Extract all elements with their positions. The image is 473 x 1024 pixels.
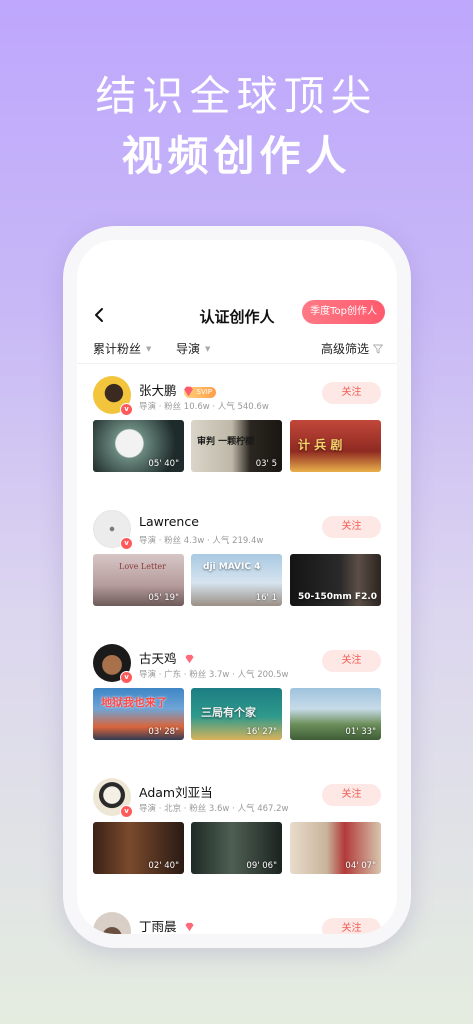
verified-icon: v xyxy=(120,403,133,416)
creator-card: v 张大鹏 SVIP 导演 · 粉丝 10.6w · 人气 540.6w 关注 … xyxy=(77,366,397,500)
caret-down-icon: ▼ xyxy=(205,345,211,353)
creator-name-row: Adam刘亚当 xyxy=(139,782,213,801)
video-thumbnail[interactable]: 50-150mm F2.0 xyxy=(290,554,381,606)
video-duration: 16' 1 xyxy=(255,593,277,603)
avatar[interactable] xyxy=(93,912,131,934)
follow-button[interactable]: 关注 xyxy=(322,918,381,934)
video-caption: 地狱我也来了 xyxy=(101,696,167,709)
video-duration: 03' 28" xyxy=(148,727,179,737)
video-row: 05' 40" 审判 一颗柠檬 03' 5 计 兵 剧 xyxy=(93,420,381,472)
video-thumbnail[interactable]: 审判 一颗柠檬 03' 5 xyxy=(191,420,282,472)
creator-name: Adam刘亚当 xyxy=(139,785,213,800)
nav-bar: 认证创作人 季度Top创作人 xyxy=(77,300,397,334)
role-filter[interactable]: 导演 ▼ xyxy=(176,340,210,357)
video-thumbnail[interactable]: 地狱我也来了 03' 28" xyxy=(93,688,184,740)
advanced-filter[interactable]: 高级筛选 xyxy=(321,340,383,357)
verified-icon: v xyxy=(120,671,133,684)
video-caption: 50-150mm F2.0 xyxy=(298,592,378,602)
follow-button[interactable]: 关注 xyxy=(322,516,381,538)
video-caption: 计 兵 剧 xyxy=(298,438,343,452)
filter-bar: 累计粉丝 ▼ 导演 ▼ 高级筛选 xyxy=(77,336,397,364)
caret-down-icon: ▼ xyxy=(146,345,152,353)
role-filter-label: 导演 xyxy=(176,342,201,356)
hero-line-1: 结识全球顶尖 xyxy=(95,72,378,120)
diamond-icon xyxy=(184,654,194,664)
creator-name-row: 张大鹏 SVIP xyxy=(139,380,217,399)
video-thumbnail[interactable]: 三局有个家 16' 27" xyxy=(191,688,282,740)
video-caption: Love Letter xyxy=(119,562,166,571)
diamond-icon xyxy=(183,386,193,397)
creator-name-row: 丁雨晨 xyxy=(139,916,195,934)
phone-frame: 认证创作人 季度Top创作人 累计粉丝 ▼ 导演 ▼ 高级筛选 v 张大鹏 SVIP xyxy=(63,226,411,948)
video-duration: 05' 19" xyxy=(148,593,179,603)
video-thumbnail[interactable]: 计 兵 剧 xyxy=(290,420,381,472)
diamond-icon xyxy=(184,922,194,932)
video-row: 02' 40" 09' 06" 04' 07" xyxy=(93,822,381,874)
hero-banner: 结识全球顶尖 视频创作人 xyxy=(0,68,473,186)
top-creators-button[interactable]: 季度Top创作人 xyxy=(302,300,385,324)
avatar[interactable]: v xyxy=(93,376,133,416)
video-thumbnail[interactable]: 05' 40" xyxy=(93,420,184,472)
video-thumbnail[interactable]: dji MAVIC 4 16' 1 xyxy=(191,554,282,606)
creator-card: v Lawrence 导演 · 粉丝 4.3w · 人气 219.4w 关注 L… xyxy=(77,500,397,634)
creator-meta: 导演 · 粉丝 10.6w · 人气 540.6w xyxy=(139,402,269,412)
creator-name-row: Lawrence xyxy=(139,514,199,529)
video-duration: 16' 27" xyxy=(246,727,277,737)
svip-badge-label: SVIP xyxy=(196,388,213,396)
video-duration: 01' 33" xyxy=(345,727,376,737)
avatar[interactable]: v xyxy=(93,510,133,550)
follow-button[interactable]: 关注 xyxy=(322,784,381,806)
video-thumbnail[interactable]: 04' 07" xyxy=(290,822,381,874)
creator-meta: 导演 · 广东 · 粉丝 3.7w · 人气 200.5w xyxy=(139,670,289,680)
verified-icon: v xyxy=(120,537,133,550)
video-duration: 03' 5 xyxy=(255,459,277,469)
video-duration: 05' 40" xyxy=(148,459,179,469)
video-thumbnail[interactable]: 09' 06" xyxy=(191,822,282,874)
hero-line-2: 视频创作人 xyxy=(121,132,352,180)
creator-name: 古天鸡 xyxy=(139,651,177,666)
video-caption: 三局有个家 xyxy=(201,706,256,719)
avatar[interactable]: v xyxy=(93,778,133,818)
creator-name: 丁雨晨 xyxy=(139,919,177,934)
video-row: Love Letter 05' 19" dji MAVIC 4 16' 1 50… xyxy=(93,554,381,606)
video-duration: 09' 06" xyxy=(246,861,277,871)
video-duration: 02' 40" xyxy=(148,861,179,871)
creator-meta: 导演 · 粉丝 4.3w · 人气 219.4w xyxy=(139,536,264,546)
avatar[interactable]: v xyxy=(93,644,133,684)
follow-button[interactable]: 关注 xyxy=(322,382,381,404)
video-thumbnail[interactable]: 02' 40" xyxy=(93,822,184,874)
followers-filter-label: 累计粉丝 xyxy=(93,342,142,356)
creator-name-row: 古天鸡 xyxy=(139,648,195,667)
creator-meta: 导演 · 北京 · 粉丝 3.6w · 人气 467.2w xyxy=(139,804,289,814)
video-duration: 04' 07" xyxy=(345,861,376,871)
video-thumbnail[interactable]: 01' 33" xyxy=(290,688,381,740)
followers-filter[interactable]: 累计粉丝 ▼ xyxy=(93,340,151,357)
video-caption: 审判 一颗柠檬 xyxy=(197,437,255,447)
video-thumbnail[interactable]: Love Letter 05' 19" xyxy=(93,554,184,606)
svip-badge: SVIP xyxy=(183,386,217,398)
app-screen: 认证创作人 季度Top创作人 累计粉丝 ▼ 导演 ▼ 高级筛选 v 张大鹏 SVIP xyxy=(77,240,397,934)
creator-name: 张大鹏 xyxy=(139,383,177,398)
creator-card: 丁雨晨 关注 xyxy=(77,902,397,934)
advanced-filter-label: 高级筛选 xyxy=(320,342,369,356)
verified-icon: v xyxy=(120,805,133,818)
video-row: 地狱我也来了 03' 28" 三局有个家 16' 27" 01' 33" xyxy=(93,688,381,740)
creator-card: v 古天鸡 导演 · 广东 · 粉丝 3.7w · 人气 200.5w 关注 地… xyxy=(77,634,397,768)
video-caption: dji MAVIC 4 xyxy=(203,562,261,572)
funnel-icon xyxy=(373,344,383,354)
follow-button[interactable]: 关注 xyxy=(322,650,381,672)
creator-card: v Adam刘亚当 导演 · 北京 · 粉丝 3.6w · 人气 467.2w … xyxy=(77,768,397,902)
creator-name: Lawrence xyxy=(139,514,199,529)
